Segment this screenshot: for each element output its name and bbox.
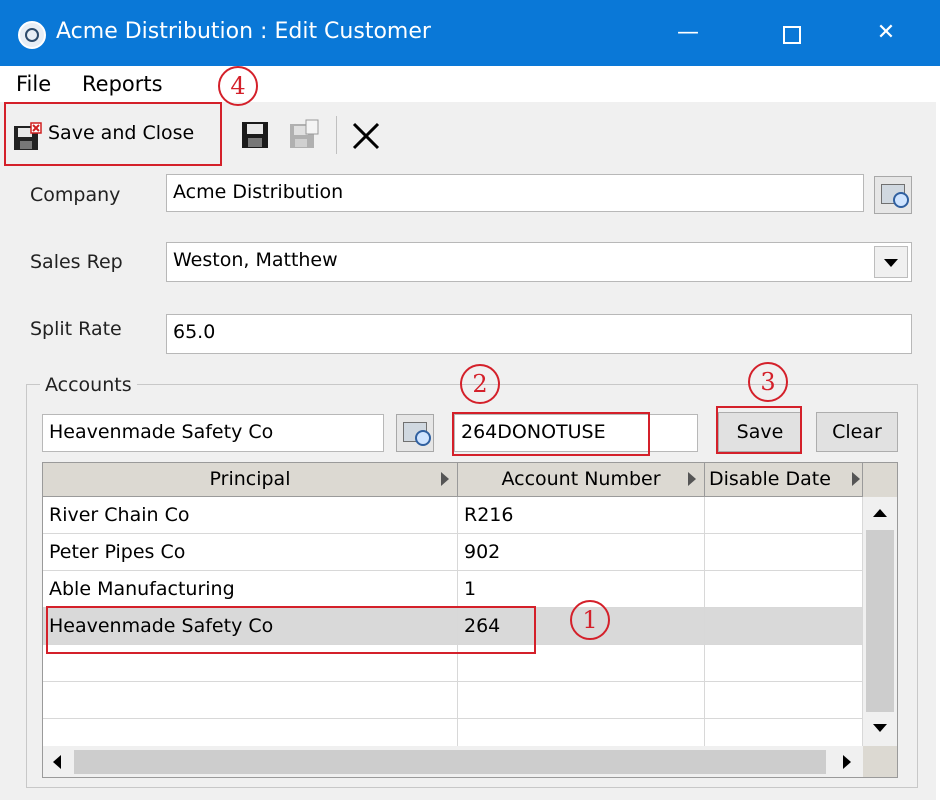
- table-row[interactable]: Able Manufacturing: [43, 571, 458, 608]
- scroll-right-button[interactable]: [834, 750, 858, 774]
- close-window-button[interactable]: ✕: [862, 10, 910, 56]
- empty-cell: [705, 682, 863, 719]
- column-header-principal[interactable]: Principal: [43, 463, 458, 497]
- scrollbar-thumb[interactable]: [866, 530, 894, 712]
- delete-icon[interactable]: [350, 120, 382, 152]
- empty-row: [43, 682, 458, 719]
- maximize-icon: [783, 26, 801, 44]
- empty-cell: [705, 719, 863, 747]
- principal-field[interactable]: Heavenmade Safety Co: [42, 414, 384, 452]
- annotation-1: 1: [570, 600, 610, 640]
- toolbar-divider: [336, 116, 337, 154]
- scroll-left-button[interactable]: [46, 750, 70, 774]
- split-rate-field[interactable]: 65.0: [166, 314, 912, 354]
- empty-cell: [458, 682, 705, 719]
- minimize-button[interactable]: —: [664, 10, 712, 56]
- table-cell[interactable]: [705, 497, 863, 534]
- table-cell[interactable]: R216: [458, 497, 705, 534]
- table-cell[interactable]: [705, 608, 863, 645]
- scroll-down-button[interactable]: [866, 714, 894, 742]
- menu-reports[interactable]: Reports: [82, 72, 163, 96]
- save-icon[interactable]: [240, 120, 272, 152]
- annotation-2: 2: [460, 364, 500, 404]
- table-row[interactable]: River Chain Co: [43, 497, 458, 534]
- chevron-down-icon: [884, 259, 898, 267]
- menu-file[interactable]: File: [16, 72, 51, 96]
- chevron-up-icon: [873, 509, 887, 517]
- principal-lookup-button[interactable]: [396, 414, 434, 452]
- column-header-label: Account Number: [501, 468, 661, 490]
- annotation-box-account-field: [452, 412, 650, 456]
- column-arrow-icon: [852, 472, 860, 486]
- table-cell[interactable]: 902: [458, 534, 705, 571]
- sales-rep-select[interactable]: Weston, Matthew: [166, 242, 912, 282]
- empty-cell: [705, 645, 863, 682]
- window-edge: [936, 66, 940, 800]
- table-cell[interactable]: [705, 534, 863, 571]
- company-field[interactable]: Acme Distribution: [166, 174, 864, 212]
- annotation-4: 4: [218, 66, 258, 106]
- annotation-box-selected-row: [46, 606, 536, 654]
- accounts-label: Accounts: [40, 374, 137, 396]
- annotation-3: 3: [748, 362, 788, 402]
- save-copy-icon[interactable]: [288, 118, 322, 152]
- company-label: Company: [30, 184, 121, 206]
- table-row[interactable]: Peter Pipes Co: [43, 534, 458, 571]
- empty-cell: [458, 719, 705, 747]
- annotation-box-save: [716, 406, 802, 454]
- table-cell[interactable]: [705, 571, 863, 608]
- window-title: Acme Distribution : Edit Customer: [56, 19, 431, 44]
- scrollbar-corner-bottom: [863, 746, 897, 777]
- accounts-clear-button[interactable]: Clear: [816, 412, 898, 452]
- horizontal-scrollbar-thumb[interactable]: [74, 750, 826, 774]
- app-icon: [18, 21, 46, 49]
- column-header-label: Disable Date: [709, 468, 831, 490]
- scroll-up-button[interactable]: [866, 500, 894, 528]
- column-header-account-number[interactable]: Account Number: [458, 463, 705, 497]
- chevron-right-icon: [843, 755, 851, 769]
- chevron-left-icon: [53, 755, 61, 769]
- sales-rep-dropdown-button[interactable]: [874, 246, 908, 278]
- scrollbar-corner: [863, 463, 897, 497]
- company-lookup-button[interactable]: [874, 176, 912, 214]
- column-arrow-icon: [441, 472, 449, 486]
- column-arrow-icon: [688, 472, 696, 486]
- column-header-label: Principal: [209, 468, 291, 490]
- sales-rep-label: Sales Rep: [30, 251, 123, 273]
- maximize-button[interactable]: [766, 10, 814, 56]
- chevron-down-icon: [873, 724, 887, 732]
- annotation-box-save-and-close: [4, 102, 222, 166]
- empty-row: [43, 719, 458, 747]
- column-header-disable-date[interactable]: Disable Date: [705, 463, 863, 497]
- split-rate-label: Split Rate: [30, 318, 122, 340]
